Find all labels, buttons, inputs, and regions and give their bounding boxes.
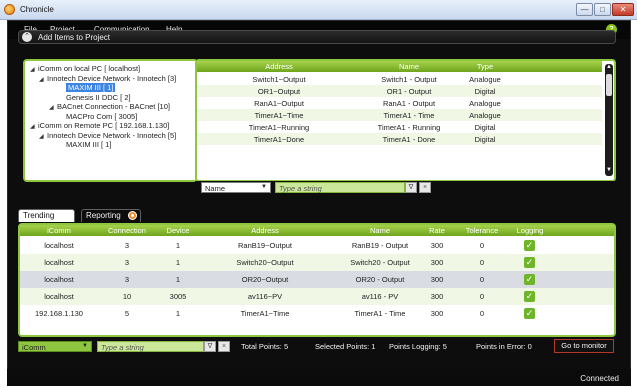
clear-icon[interactable]: × [419, 182, 431, 193]
grid-header: Address Name Type [197, 61, 602, 72]
checkbox-icon[interactable]: ✓ [524, 257, 535, 268]
table-row[interactable]: localhost 3 1 Switch20~Output Switch20 -… [20, 254, 614, 271]
column-header-address[interactable]: Address [210, 226, 320, 235]
column-header-icomm[interactable]: iComm [24, 226, 94, 235]
table-row[interactable]: localhost 10 3005 av116~PV av116 - PV 30… [20, 288, 614, 305]
filter-field-select[interactable]: Name ▼ [201, 182, 271, 193]
tree-item[interactable]: MACPro Com [ 3005] [66, 112, 137, 121]
scroll-up-icon[interactable]: ▲ [605, 64, 613, 72]
column-header-device[interactable]: Device [148, 226, 208, 235]
go-to-monitor-button[interactable]: Go to monitor [554, 339, 614, 353]
points-logging: Points Logging: 5 [389, 342, 447, 351]
column-header-rate[interactable]: Rate [417, 226, 457, 235]
points-toolbar: iComm ▼ Type a string ∇ × Total Points: … [18, 338, 616, 355]
add-items-header[interactable]: ⌃ Add Items to Project [18, 30, 616, 44]
selected-points: Selected Points: 1 [315, 342, 376, 351]
filter-search-input[interactable]: Type a string [97, 341, 204, 352]
maximize-button[interactable]: □ [594, 3, 611, 16]
expanded-arrow-icon: ◢ [39, 134, 44, 140]
table-row[interactable]: OR1~Output OR1 - Output Digital [197, 85, 602, 97]
filter-icon[interactable]: ∇ [405, 182, 417, 193]
window-title: Chronicle [20, 5, 54, 14]
record-icon [128, 211, 137, 220]
add-items-label: Add Items to Project [38, 33, 111, 42]
minimize-button[interactable]: — [576, 3, 593, 16]
address-grid: Address Name Type Switch1~Output Switch1… [195, 59, 616, 182]
close-button[interactable]: ✕ [612, 3, 634, 16]
scrollbar-thumb[interactable] [606, 74, 612, 96]
tree-item[interactable]: ◢ BACnet Connection - BACnet [10] [49, 102, 170, 111]
expanded-arrow-icon: ◢ [49, 105, 54, 111]
tree-item[interactable]: ◢ Innotech Device Network - Innotech [3] [39, 74, 176, 83]
collapse-icon[interactable]: ⌃ [22, 32, 32, 42]
filter-icon[interactable]: ∇ [204, 341, 216, 352]
filter-search-input[interactable]: Type a string [275, 182, 405, 193]
table-row[interactable]: Switch1~Output Switch1 - Output Analogue [197, 73, 602, 85]
table-row[interactable]: localhost 3 1 RanB19~Output RanB19 - Out… [20, 237, 614, 254]
title-bar: Chronicle — □ ✕ [0, 0, 637, 20]
connection-tree: ◢ iComm on local PC [ localhost] ◢ Innotec… [23, 59, 198, 182]
tree-item[interactable]: Genesis II DDC [ 2] [66, 93, 131, 102]
checkbox-icon[interactable]: ✓ [524, 240, 535, 251]
tree-item[interactable]: MAXIM III [ 1] [66, 140, 111, 149]
table-row[interactable]: TimerA1~Time TimerA1 - Time Analogue [197, 109, 602, 121]
connection-status: Connected [580, 374, 619, 383]
column-header-type[interactable]: Type [425, 62, 545, 71]
checkbox-icon[interactable]: ✓ [524, 291, 535, 302]
points-in-error: Points in Error: 0 [476, 342, 532, 351]
column-header-address[interactable]: Address [219, 62, 339, 71]
tree-item[interactable]: ◢ Innotech Device Network - Innotech [5] [39, 131, 176, 140]
table-row[interactable]: TimerA1~Done TimerA1 - Done Digital [197, 133, 602, 145]
filter-field-select[interactable]: iComm ▼ [18, 341, 92, 352]
expanded-arrow-icon: ◢ [30, 124, 35, 130]
address-filter-bar: Name ▼ Type a string ∇ × [195, 181, 616, 195]
trending-points-grid: iComm Connection Device Address Name Rat… [18, 223, 616, 337]
table-row[interactable]: TimerA1~Running TimerA1 - Running Digita… [197, 121, 602, 133]
expanded-arrow-icon: ◢ [30, 67, 35, 73]
tree-item[interactable]: ◢ iComm on Remote PC [ 192.168.1.130] [30, 121, 169, 130]
column-header-tolerance[interactable]: Tolerance [457, 226, 507, 235]
expanded-arrow-icon: ◢ [39, 77, 44, 83]
chevron-down-icon: ▼ [82, 343, 88, 349]
tree-item[interactable]: ◢ iComm on local PC [ localhost] [30, 64, 140, 73]
status-bar: Connected [7, 369, 631, 386]
total-points: Total Points: 5 [241, 342, 289, 351]
scroll-down-icon[interactable]: ▼ [605, 167, 613, 175]
grid-header: iComm Connection Device Address Name Rat… [20, 225, 614, 236]
table-row-selected[interactable]: localhost 3 1 OR20~Output OR20 - Output … [20, 271, 614, 288]
column-header-logging[interactable]: Logging [508, 226, 552, 235]
checkbox-icon[interactable]: ✓ [524, 274, 535, 285]
scrollbar[interactable]: ▲ ▼ [605, 64, 613, 176]
checkbox-icon[interactable]: ✓ [524, 308, 535, 319]
chevron-down-icon: ▼ [261, 184, 267, 190]
table-row[interactable]: 192.168.1.130 5 1 TimerA1~Time TimerA1 -… [20, 305, 614, 322]
clear-icon[interactable]: × [218, 341, 230, 352]
table-row[interactable]: RanA1~Output RanA1 - Output Analogue [197, 97, 602, 109]
tab-trending[interactable]: Trending [18, 209, 75, 222]
tree-item-selected[interactable]: MAXIM III [ 1] [66, 83, 116, 92]
app-logo-icon [4, 4, 15, 15]
